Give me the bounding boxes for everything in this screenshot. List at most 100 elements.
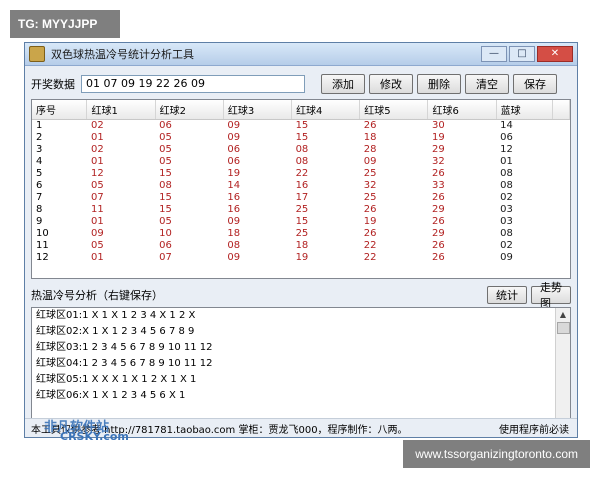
add-button[interactable]: 添加 — [321, 74, 365, 94]
red-ball-cell: 16 — [227, 204, 241, 215]
red-ball-cell: 26 — [431, 240, 445, 251]
table-row[interactable]: 9 01 05 09 15 19 26 03 — [32, 216, 570, 228]
table-row[interactable]: 1 02 06 09 15 26 30 14 — [32, 120, 570, 133]
clear-button[interactable]: 清空 — [465, 74, 509, 94]
red-ball-cell: 05 — [159, 144, 172, 155]
filler-cell — [552, 240, 569, 252]
row-index-cell: 1 — [36, 120, 43, 131]
blue-ball-cell: 08 — [500, 228, 513, 239]
analysis-line: 红球区02:X 1 X 1 2 3 4 5 6 7 8 9 — [36, 326, 195, 337]
red-ball-cell: 19 — [295, 252, 309, 263]
scroll-up-icon[interactable]: ▲ — [556, 308, 570, 322]
red-ball-cell: 01 — [90, 252, 104, 263]
analysis-line: 红球区05:1 X X X 1 X 1 2 X 1 X 1 — [36, 374, 197, 385]
red-ball-cell: 02 — [90, 144, 104, 155]
row-index-cell: 6 — [36, 180, 43, 191]
table-row[interactable]: 10 09 10 18 25 26 29 08 — [32, 228, 570, 240]
table-row[interactable]: 11 05 06 08 18 22 26 02 — [32, 240, 570, 252]
title-bar[interactable]: 双色球热温冷号统计分析工具 — □ ✕ — [25, 43, 577, 66]
vertical-scrollbar[interactable]: ▲ — [555, 308, 570, 418]
maximize-button[interactable]: □ — [509, 46, 535, 62]
col-header-red4[interactable]: 红球4 — [291, 100, 361, 120]
filler-cell — [552, 132, 569, 144]
col-header-red5[interactable]: 红球5 — [359, 100, 429, 120]
filler-cell — [552, 168, 569, 180]
red-ball-cell: 14 — [227, 180, 241, 191]
red-ball-cell: 05 — [159, 216, 172, 227]
red-ball-cell: 26 — [363, 228, 377, 239]
analysis-label: 热温冷号分析（右键保存） — [31, 289, 163, 302]
row-index-cell: 3 — [36, 144, 43, 155]
blue-ball-cell: 08 — [500, 168, 513, 179]
col-header-red1[interactable]: 红球1 — [86, 100, 156, 120]
row-index-cell: 2 — [36, 132, 43, 143]
filler-cell — [552, 192, 569, 204]
col-header-index[interactable]: 序号 — [32, 100, 88, 120]
red-ball-cell: 15 — [295, 132, 309, 143]
red-ball-cell: 15 — [295, 120, 309, 131]
draw-numbers-input[interactable]: 01 07 09 19 22 26 09 — [81, 75, 305, 93]
red-ball-cell: 01 — [90, 216, 104, 227]
red-ball-cell: 18 — [295, 240, 309, 251]
blue-ball-cell: 09 — [500, 252, 513, 263]
filler-cell — [552, 228, 569, 240]
red-ball-cell: 09 — [90, 228, 104, 239]
analysis-line: 红球区04:1 2 3 4 5 6 7 8 9 10 11 12 — [36, 358, 213, 369]
red-ball-cell: 09 — [227, 132, 241, 143]
col-header-red6[interactable]: 红球6 — [427, 100, 497, 120]
red-ball-cell: 25 — [363, 192, 377, 203]
minimize-button[interactable]: — — [481, 46, 507, 62]
red-ball-cell: 15 — [295, 216, 309, 227]
table-row[interactable]: 3 02 05 06 08 28 29 12 — [32, 144, 570, 156]
draw-table[interactable]: 序号 红球1 红球2 红球3 红球4 红球5 红球6 蓝球 1 02 06 09 15 2… — [31, 99, 571, 279]
red-ball-cell: 15 — [159, 168, 172, 179]
red-ball-cell: 06 — [227, 156, 241, 167]
red-ball-cell: 26 — [431, 192, 445, 203]
red-ball-cell: 22 — [363, 240, 377, 251]
trend-chart-button[interactable]: 走势图 — [531, 281, 571, 310]
delete-button[interactable]: 删除 — [417, 74, 461, 94]
table-row[interactable]: 2 01 05 09 15 18 19 06 — [32, 132, 570, 144]
red-ball-cell: 32 — [363, 180, 377, 191]
col-header-filler — [552, 100, 570, 120]
red-ball-cell: 19 — [227, 168, 241, 179]
save-button[interactable]: 保存 — [513, 74, 557, 94]
data-entry-bar: 开奖数据 01 07 09 19 22 26 09 添加 修改 删除 清空 保存 — [31, 73, 571, 95]
blue-ball-cell: 03 — [500, 204, 513, 215]
app-window: 双色球热温冷号统计分析工具 — □ ✕ 开奖数据 01 07 09 19 22 … — [24, 42, 578, 438]
red-ball-cell: 18 — [227, 228, 241, 239]
stats-button[interactable]: 统计 — [487, 286, 527, 304]
col-header-red3[interactable]: 红球3 — [223, 100, 293, 120]
red-ball-cell: 09 — [363, 156, 377, 167]
red-ball-cell: 25 — [295, 204, 309, 215]
app-icon — [29, 46, 45, 62]
row-index-cell: 4 — [36, 156, 43, 167]
table-row[interactable]: 5 12 15 19 22 25 26 08 — [32, 168, 570, 180]
table-row[interactable]: 6 05 08 14 16 32 33 08 — [32, 180, 570, 192]
red-ball-cell: 25 — [363, 168, 377, 179]
modify-button[interactable]: 修改 — [369, 74, 413, 94]
red-ball-cell: 30 — [431, 120, 445, 131]
table-row[interactable]: 12 01 07 09 19 22 26 09 — [32, 252, 570, 264]
red-ball-cell: 26 — [363, 204, 377, 215]
red-ball-cell: 33 — [431, 180, 445, 191]
scroll-thumb[interactable] — [557, 322, 570, 334]
analysis-line: 红球区06:X 1 X 1 2 3 4 5 6 X 1 — [36, 390, 186, 401]
table-row[interactable]: 4 01 05 06 08 09 32 01 — [32, 156, 570, 168]
read-before-use-link[interactable]: 使用程序前必读 — [499, 421, 577, 436]
analysis-output[interactable]: 红球区01:1 X 1 X 1 2 3 4 X 1 2 X 红球区02:X 1 … — [31, 307, 571, 419]
red-ball-cell: 08 — [227, 240, 241, 251]
col-header-blue[interactable]: 蓝球 — [496, 100, 553, 120]
table-row[interactable]: 7 07 15 16 17 25 26 02 — [32, 192, 570, 204]
table-row[interactable]: 8 11 15 16 25 26 29 03 — [32, 204, 570, 216]
filler-cell — [552, 180, 569, 192]
red-ball-cell: 19 — [431, 132, 445, 143]
red-ball-cell: 05 — [90, 240, 104, 251]
close-button[interactable]: ✕ — [537, 46, 573, 62]
blue-ball-cell: 03 — [500, 216, 513, 227]
red-ball-cell: 07 — [159, 252, 172, 263]
red-ball-cell: 02 — [90, 120, 104, 131]
col-header-red2[interactable]: 红球2 — [155, 100, 224, 120]
red-ball-cell: 18 — [363, 132, 377, 143]
red-ball-cell: 22 — [363, 252, 377, 263]
